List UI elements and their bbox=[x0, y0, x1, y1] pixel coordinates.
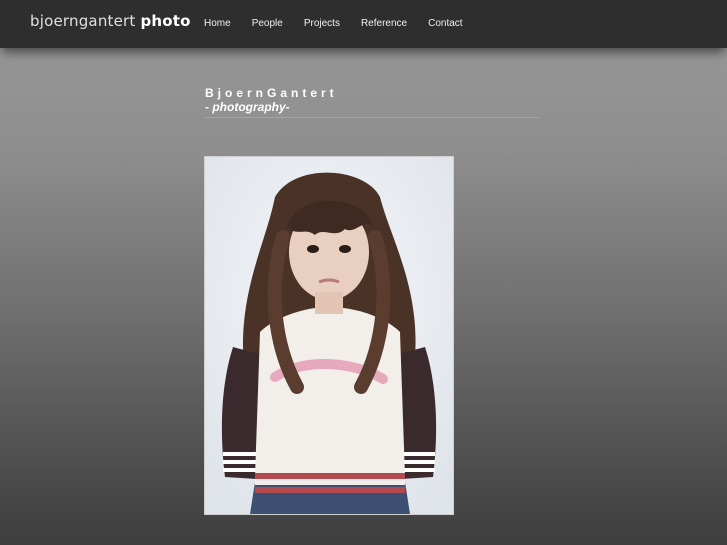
logo-text-bold: photo bbox=[140, 12, 191, 30]
featured-photo[interactable] bbox=[204, 156, 454, 515]
nav-projects-link[interactable]: Projects bbox=[304, 18, 340, 29]
main-nav: Home People Projects Reference Contact bbox=[204, 18, 484, 29]
page-title: BjoernGantert bbox=[205, 86, 338, 100]
page-subtitle: - photography- bbox=[205, 100, 290, 114]
portrait-girl-illustration bbox=[205, 157, 453, 514]
top-navigation-bar: bjoerngantert photo Home People Projects… bbox=[0, 0, 727, 48]
nav-contact-link[interactable]: Contact bbox=[428, 18, 462, 29]
page-heading: BjoernGantert - photography- bbox=[205, 86, 539, 114]
logo-text-light: bjoerngantert bbox=[30, 12, 136, 30]
nav-home-link[interactable]: Home bbox=[204, 18, 231, 29]
site-logo[interactable]: bjoerngantert photo bbox=[30, 12, 191, 30]
nav-people-link[interactable]: People bbox=[252, 18, 283, 29]
heading-divider bbox=[205, 117, 539, 118]
nav-reference-link[interactable]: Reference bbox=[361, 18, 407, 29]
